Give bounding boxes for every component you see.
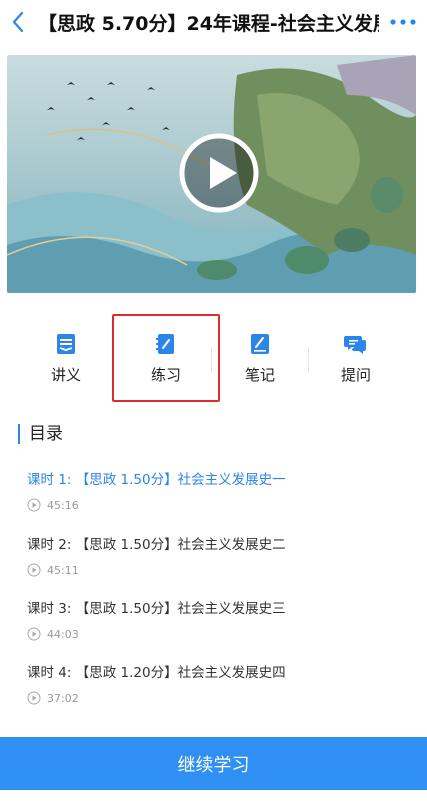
lesson-meta: 45:16: [27, 498, 407, 512]
lesson-title: 课时 4: 【思政 1.20分】社会主义发展史四: [27, 665, 286, 681]
lesson-item[interactable]: 课时 4: 【思政 1.20分】社会主义发展史四 37:02: [27, 661, 407, 705]
lesson-item[interactable]: 课时 3: 【思政 1.50分】社会主义发展史三 44:03: [27, 597, 407, 641]
tool-exercise-label: 练习: [150, 366, 181, 384]
lesson-duration: 37:02: [47, 691, 79, 705]
toc-title: 目录: [18, 424, 63, 444]
lesson-title: 课时 1: 【思政 1.50分】社会主义发展史一: [27, 472, 286, 488]
lesson-item[interactable]: 课时 2: 【思政 1.50分】社会主义发展史二 45:11: [27, 533, 407, 577]
exercise-icon: [156, 334, 174, 354]
play-circle-icon: [27, 498, 41, 512]
note-icon: [251, 334, 269, 354]
lesson-duration: 44:03: [47, 627, 79, 641]
lesson-title: 课时 2: 【思政 1.50分】社会主义发展史二: [27, 537, 286, 553]
tool-exercise[interactable]: 练习: [112, 314, 220, 402]
tool-question[interactable]: 提问: [308, 318, 404, 402]
play-icon: [179, 133, 259, 213]
lesson-meta: 44:03: [27, 627, 407, 641]
tool-handout[interactable]: 讲义: [18, 318, 114, 402]
play-circle-icon: [27, 691, 41, 705]
chevron-left-icon: [12, 11, 24, 33]
tool-bar: 讲义 练习 笔记 提问: [0, 314, 427, 402]
video-player[interactable]: [7, 55, 416, 293]
lesson-meta: 45:11: [27, 563, 407, 577]
question-icon: [344, 336, 366, 354]
back-button[interactable]: [0, 0, 36, 44]
tool-note-label: 笔记: [244, 366, 275, 384]
lesson-meta: 37:02: [27, 691, 407, 705]
play-button[interactable]: [177, 131, 261, 215]
lesson-item[interactable]: 课时 1: 【思政 1.50分】社会主义发展史一 45:16: [27, 468, 407, 512]
play-circle-icon: [27, 563, 41, 577]
ellipsis-icon: [390, 19, 416, 25]
more-button[interactable]: [379, 0, 427, 44]
tool-handout-label: 讲义: [50, 366, 81, 384]
continue-learning-button[interactable]: 继续学习: [0, 737, 427, 790]
tool-question-label: 提问: [340, 366, 371, 384]
tool-note[interactable]: 笔记: [212, 318, 308, 402]
top-bar: 【思政 5.70分】24年课程-社会主义发展史: [0, 0, 427, 44]
lesson-duration: 45:16: [47, 498, 79, 512]
handout-icon: [57, 334, 75, 354]
page-title: 【思政 5.70分】24年课程-社会主义发展史: [38, 12, 379, 35]
play-circle-icon: [27, 627, 41, 641]
lesson-duration: 45:11: [47, 563, 79, 577]
lesson-title: 课时 3: 【思政 1.50分】社会主义发展史三: [27, 601, 286, 617]
bottom-safe-area: [0, 790, 427, 802]
